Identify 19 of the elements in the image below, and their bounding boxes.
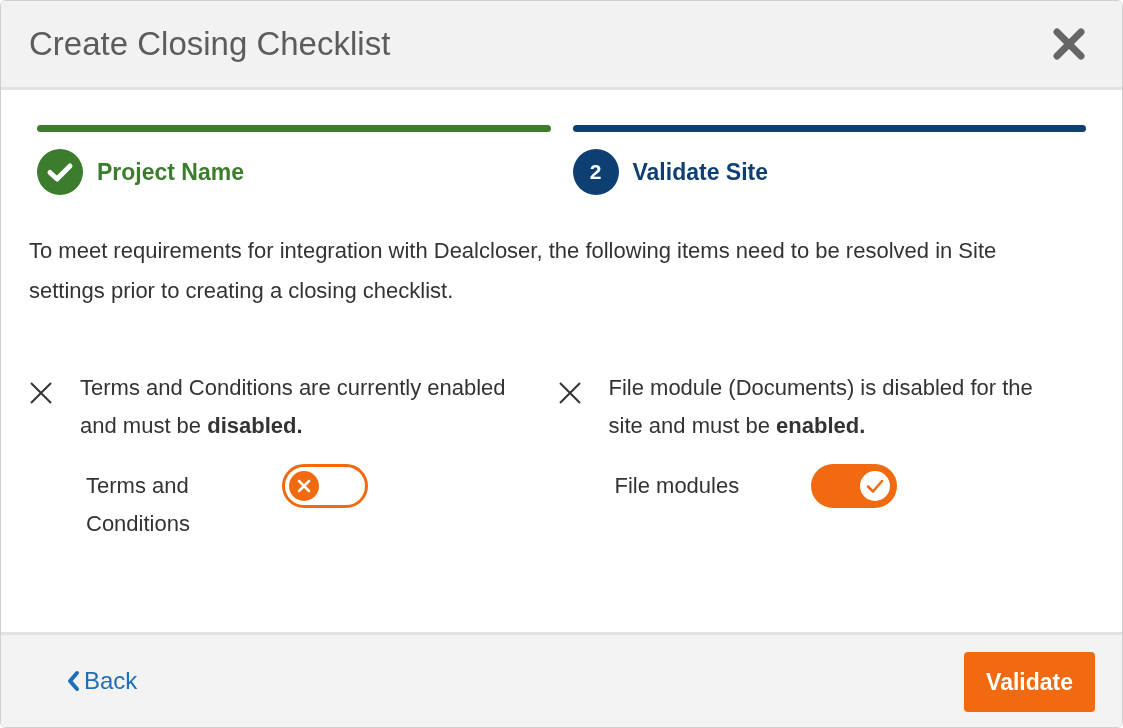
requirement-text: Terms and Conditions are currently enabled and must be disabled. [80, 374, 507, 440]
back-link[interactable]: Back [66, 667, 138, 695]
toggle-switch[interactable] [810, 464, 897, 508]
dialog-title: Create Closing Checklist [29, 25, 391, 63]
toggle-label: Terms and Conditions [86, 472, 191, 538]
cross-knob-icon [289, 471, 319, 501]
close-icon[interactable] [1052, 27, 1086, 61]
cross-icon [29, 381, 53, 405]
toggle-label: File modules [614, 472, 741, 500]
step-number: 2 [572, 149, 619, 195]
intro-text: To meet requirements for integration with Dealcloser, the following items need to be resolved in Site settings prior to creating a closing checklist. [29, 237, 998, 305]
step-label: Validate Site [632, 158, 768, 186]
chevron-left-icon [66, 670, 80, 692]
validate-button[interactable]: Validate [964, 652, 1095, 712]
cross-icon [557, 381, 582, 405]
toggle-switch[interactable] [282, 464, 368, 508]
check-knob-icon [859, 471, 890, 501]
requirement-text: File module (Documents) is disabled for the site and must be enabled. [608, 374, 1034, 440]
step-label: Project Name [97, 158, 244, 186]
